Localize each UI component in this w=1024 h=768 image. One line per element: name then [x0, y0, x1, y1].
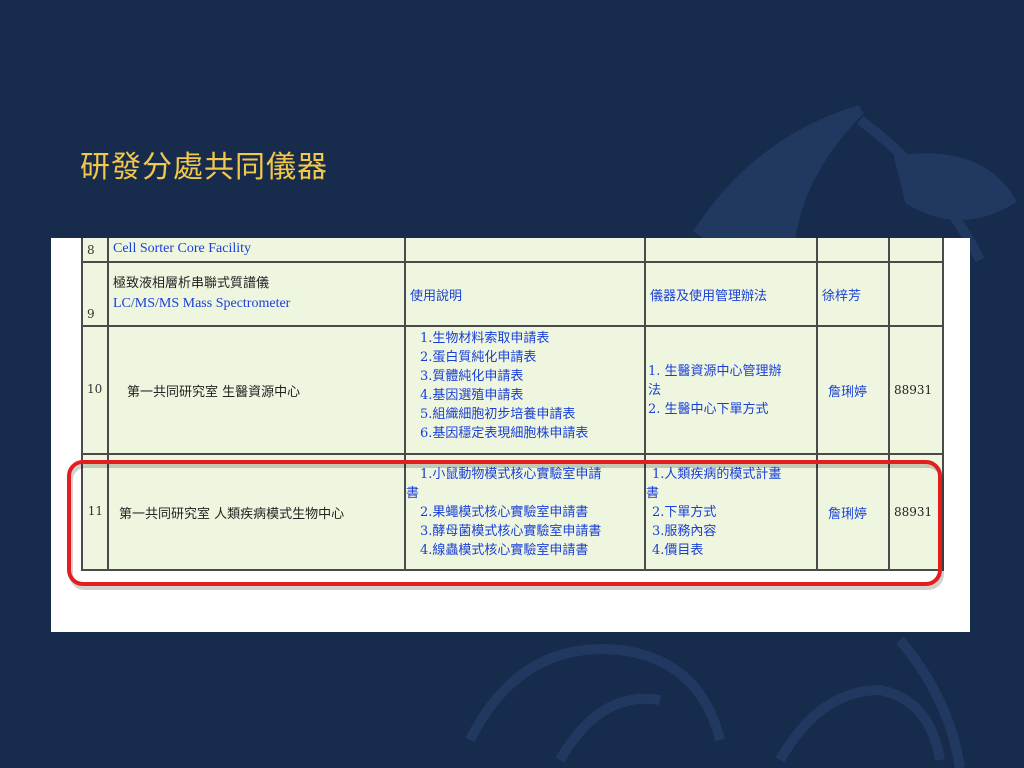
- forms-list: 1.生物材料索取申請表 2.蛋白質純化申請表 3.質體純化申請表 4.基因選殖申…: [404, 325, 646, 455]
- forms-cell: [404, 238, 646, 263]
- extension-number: 88931: [888, 325, 944, 455]
- contact-name[interactable]: 詹琍婷: [816, 325, 890, 455]
- extension-cell: [888, 238, 944, 263]
- row-number: 8: [81, 238, 109, 263]
- form-link[interactable]: 3.質體純化申請表: [420, 367, 640, 386]
- contact-name[interactable]: 徐梓芳: [816, 261, 890, 327]
- form-link[interactable]: 2.蛋白質純化申請表: [420, 348, 640, 367]
- rules-list: 1. 生醫資源中心管理辦 法 2. 生醫中心下單方式: [644, 325, 818, 455]
- contact-cell: [816, 238, 890, 263]
- row-number: 9: [81, 261, 109, 327]
- rules-link[interactable]: 儀器及使用管理辦法: [644, 261, 818, 327]
- rules-cell: [644, 238, 818, 263]
- instrument-name: 極致液相層析串聯式質譜儀 LC/MS/MS Mass Spectrometer: [107, 261, 406, 327]
- row-number: 10: [81, 325, 109, 455]
- instrument-name-zh: 極致液相層析串聯式質譜儀: [113, 276, 270, 291]
- table-row: 8 Cell Sorter Core Facility: [81, 238, 944, 263]
- forms-link[interactable]: 使用說明: [404, 261, 646, 327]
- instrument-name-en[interactable]: LC/MS/MS Mass Spectrometer: [113, 294, 400, 314]
- form-link[interactable]: 5.組織細胞初步培養申請表: [420, 405, 640, 424]
- instrument-name: Cell Sorter Core Facility: [107, 238, 406, 263]
- table-row: 10 第一共同研究室 生醫資源中心 1.生物材料索取申請表 2.蛋白質純化申請表…: [81, 325, 944, 455]
- form-link[interactable]: 6.基因穩定表現細胞株申請表: [420, 424, 640, 443]
- form-link[interactable]: 1.生物材料索取申請表: [420, 329, 640, 348]
- instrument-name: 第一共同研究室 生醫資源中心: [107, 325, 406, 455]
- table-row: 9 極致液相層析串聯式質譜儀 LC/MS/MS Mass Spectromete…: [81, 261, 944, 327]
- extension-cell: [888, 261, 944, 327]
- instrument-name-en[interactable]: Cell Sorter Core Facility: [113, 241, 251, 256]
- form-link[interactable]: 4.基因選殖申請表: [420, 386, 640, 405]
- rule-link[interactable]: 1. 生醫資源中心管理辦: [648, 362, 812, 381]
- slide-title: 研發分處共同儀器: [80, 150, 328, 185]
- rule-link[interactable]: 2. 生醫中心下單方式: [648, 400, 812, 419]
- row-highlight-box: [67, 460, 942, 586]
- rule-link[interactable]: 法: [648, 381, 812, 400]
- table-screenshot: 8 Cell Sorter Core Facility 9 極致液相層析串聯式質…: [51, 238, 970, 632]
